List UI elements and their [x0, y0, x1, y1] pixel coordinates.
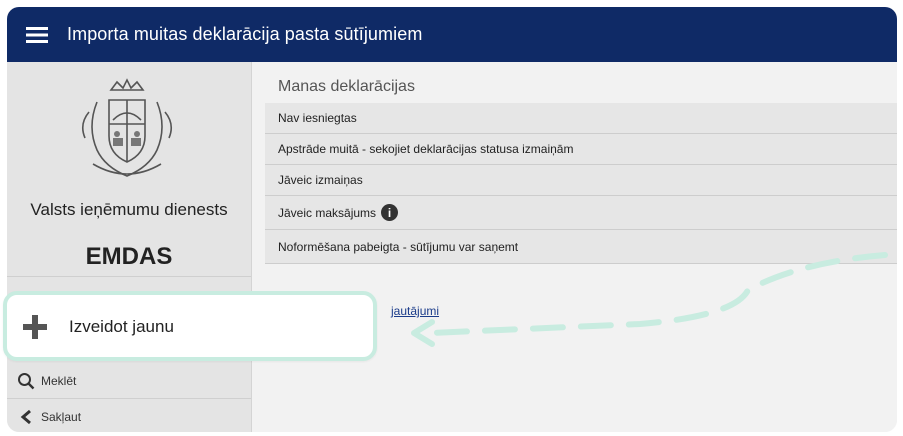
menu-item-completed[interactable]: Noformēšana pabeigta - sūtījumu var saņe… [265, 230, 897, 264]
menu-item-not-submitted[interactable]: Nav iesniegtas [265, 103, 897, 134]
faq-link[interactable]: jautājumi [391, 304, 439, 318]
main-content: Manas deklarācijas Nav iesniegtas Apstrā… [252, 62, 897, 432]
declarations-menu: Nav iesniegtas Apstrāde muitā - sekojiet… [265, 103, 897, 264]
create-new-label: Izveidot jaunu [69, 317, 174, 336]
app-short-name: EMDAS [85, 243, 173, 270]
sidebar-item-search[interactable]: Meklēt [7, 364, 251, 398]
menu-item-changes-required[interactable]: Jāveic izmaiņas [265, 165, 897, 196]
app-title: Importa muitas deklarācija pasta sūtījum… [67, 24, 423, 44]
chevron-left-icon [11, 409, 41, 425]
search-icon [11, 372, 41, 390]
sidebar-item-label: Sakļaut [41, 410, 82, 424]
menu-item-customs-processing[interactable]: Apstrāde muitā - sekojiet deklarācijas s… [265, 134, 897, 165]
sidebar-item-collapse[interactable]: Sakļaut [7, 400, 251, 432]
section-title: Manas deklarācijas [278, 78, 415, 95]
org-name: Valsts ieņēmumu dienests [30, 200, 228, 219]
menu-item-label: Jāveic izmaiņas [278, 173, 363, 187]
sidebar-item-label: Meklēt [41, 374, 77, 388]
hamburger-menu-icon[interactable] [7, 7, 67, 62]
sidebar: Valsts ieņēmumu dienests EMDAS Meklēt Sa… [7, 62, 252, 432]
coat-of-arms-logo [81, 78, 173, 177]
menu-item-payment-required[interactable]: Jāveic maksājums i [265, 196, 897, 230]
top-bar: Importa muitas deklarācija pasta sūtījum… [7, 7, 897, 62]
menu-item-label: Noformēšana pabeigta - sūtījumu var saņe… [278, 239, 519, 254]
create-new-callout[interactable]: Izveidot jaunu [3, 291, 377, 361]
info-icon[interactable]: i [381, 204, 399, 221]
sidebar-divider [7, 276, 251, 277]
menu-item-label: Jāveic maksājums [278, 205, 377, 220]
menu-item-label: Nav iesniegtas [278, 111, 357, 125]
sidebar-divider [7, 398, 251, 399]
menu-item-label: Apstrāde muitā - sekojiet deklarācijas s… [278, 142, 574, 156]
plus-icon [23, 315, 47, 339]
app-window: Importa muitas deklarācija pasta sūtījum… [7, 7, 897, 432]
